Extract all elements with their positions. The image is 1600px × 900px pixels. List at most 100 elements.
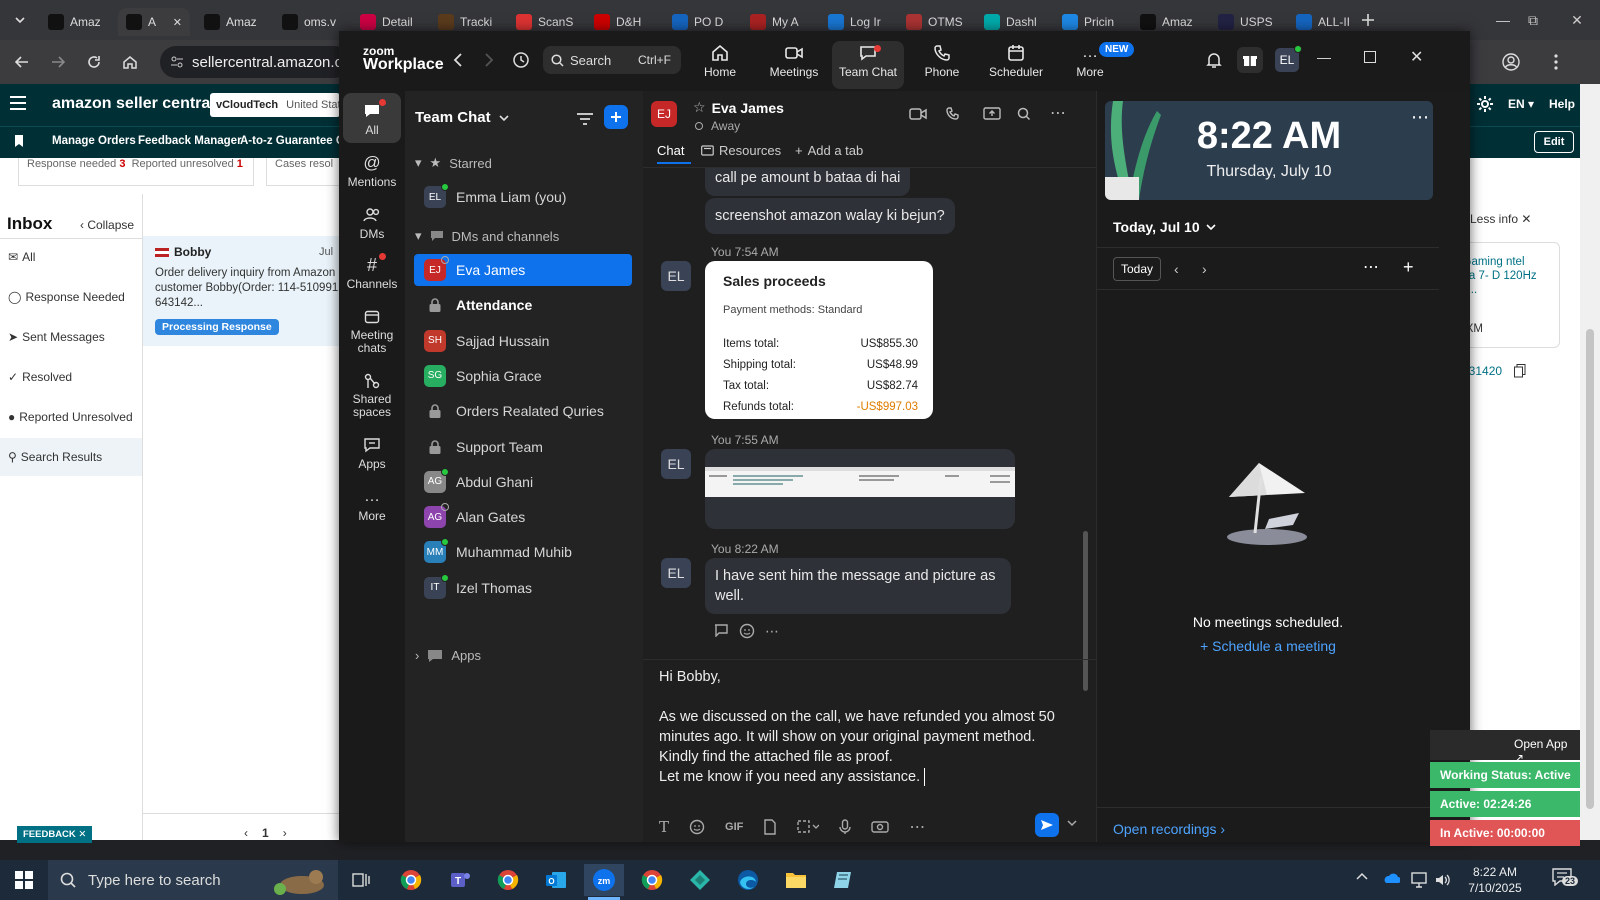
chat-item[interactable]: SG Sophia Grace [414, 360, 632, 392]
order-id[interactable]: 431420 [1462, 364, 1526, 378]
less-info-button[interactable]: Less info ✕ [1470, 212, 1531, 226]
next-day-icon[interactable]: › [1202, 261, 1207, 277]
browser-tab[interactable]: oms.v [274, 8, 346, 36]
close-tab-icon[interactable]: ✕ [173, 16, 182, 29]
message-list-item[interactable]: Bobby Jul Order delivery inquiry from Am… [143, 236, 343, 346]
chat-item[interactable]: Orders Realated Quries [414, 395, 632, 427]
file-explorer-taskbar-icon[interactable] [776, 864, 816, 896]
nav-a-to-z[interactable]: A-to-z Guarantee Cla [240, 135, 354, 147]
contact-avatar[interactable]: EJ [651, 101, 677, 127]
add-event-icon[interactable]: + [1403, 257, 1414, 278]
phone-call-icon[interactable] [945, 106, 961, 122]
store-switcher[interactable]: vCloudTech United Stat [210, 93, 340, 117]
rail-all[interactable]: All [343, 93, 401, 143]
sales-proceeds-image[interactable]: Sales proceeds Payment methods: Standard… [705, 261, 933, 419]
gif-button[interactable]: GIF [725, 821, 743, 833]
open-recordings-link[interactable]: Open recordings › [1113, 821, 1225, 837]
forward-icon[interactable] [46, 50, 70, 74]
tab-add[interactable]: + Add a tab [795, 143, 863, 158]
starred-section-header[interactable]: ▾ ★ Starred [415, 155, 492, 171]
chat-scrollbar[interactable] [1083, 531, 1088, 691]
attach-file-icon[interactable] [763, 819, 777, 835]
zoom-nav-team-chat[interactable]: Team Chat [832, 41, 904, 89]
status-chips[interactable]: Response needed 3 Reported unresolved 1 [18, 158, 254, 186]
rail-more[interactable]: … More [343, 485, 401, 529]
chrome-profile-taskbar-icon[interactable] [488, 864, 528, 896]
settings-gear-icon[interactable] [1476, 95, 1494, 113]
rail-channels[interactable]: # Channels [343, 253, 401, 297]
chat-item[interactable]: Support Team [414, 431, 632, 463]
copy-icon[interactable] [1514, 364, 1526, 378]
video-call-icon[interactable] [909, 107, 927, 121]
zoom-nav-home[interactable]: Home [684, 41, 756, 89]
chat-more-icon[interactable]: ⋯ [1050, 103, 1066, 123]
gift-icon[interactable] [1237, 47, 1263, 73]
open-app-button[interactable]: Open App ↗ [1514, 737, 1580, 765]
tab-chat[interactable]: Chat [657, 143, 684, 158]
browser-menu-icon[interactable] [1544, 50, 1568, 74]
teams-taskbar-icon[interactable]: T [440, 864, 480, 896]
amazon-logo[interactable]: amazon seller central [52, 95, 215, 113]
star-outline-icon[interactable]: ☆ [693, 99, 706, 116]
nav-feedback-manager[interactable]: Feedback Manager [138, 135, 242, 147]
reply-icon[interactable] [713, 623, 729, 640]
compose-box[interactable]: Hi Bobby, As we discussed on the call, w… [659, 667, 1079, 797]
rail-apps[interactable]: Apps [343, 433, 401, 477]
send-options-chevron-icon[interactable] [1067, 819, 1077, 827]
emoji-reaction-icon[interactable] [739, 623, 755, 640]
site-info-icon[interactable] [170, 55, 184, 69]
taskbar-search[interactable]: Type here to search [48, 860, 338, 900]
zoom-taskbar-icon[interactable]: zm [584, 864, 624, 896]
message-more-icon[interactable]: ⋯ [765, 623, 779, 640]
rail-meeting-chats[interactable]: Meeting chats [343, 305, 401, 361]
chat-item[interactable]: IT Izel Thomas [414, 572, 632, 604]
chat-item[interactable]: EJ Eva James [414, 254, 632, 286]
rail-dms[interactable]: DMs [343, 203, 401, 247]
emoji-icon[interactable] [689, 819, 705, 835]
chat-item-emma-liam[interactable]: EL Emma Liam (you) [414, 181, 632, 213]
zoom-back-icon[interactable] [453, 53, 463, 67]
schedule-meeting-link[interactable]: + Schedule a meeting [1097, 638, 1439, 654]
zoom-maximize-icon[interactable] [1364, 51, 1376, 63]
new-tab-icon[interactable] [1356, 8, 1380, 32]
collapse-button[interactable]: ‹ Collapse [80, 218, 134, 232]
outlook-taskbar-icon[interactable]: O [536, 864, 576, 896]
zoom-close-icon[interactable]: ✕ [1410, 47, 1423, 67]
apps-section-header[interactable]: › Apps [415, 648, 481, 663]
left-nav-reported[interactable]: ● Reported Unresolved [8, 410, 133, 424]
zoom-nav-meetings[interactable]: Meetings [758, 41, 830, 89]
left-nav-response-needed[interactable]: ◯ Response Needed [8, 290, 125, 304]
volume-icon[interactable] [1434, 872, 1452, 888]
address-bar[interactable]: sellercentral.amazon.com [160, 46, 350, 78]
windows-start-icon[interactable] [4, 864, 44, 896]
app-ticket-taskbar-icon[interactable] [824, 864, 864, 896]
date-selector[interactable]: Today, Jul 10 [1113, 219, 1216, 235]
left-nav-sent[interactable]: ➤ Sent Messages [8, 330, 105, 344]
reload-icon[interactable] [82, 50, 106, 74]
today-button[interactable]: Today [1113, 257, 1161, 281]
home-icon[interactable] [118, 50, 142, 74]
zoom-minimize-icon[interactable]: — [1317, 49, 1331, 65]
onedrive-icon[interactable] [1382, 872, 1400, 884]
send-button[interactable] [1035, 813, 1059, 837]
chat-item[interactable]: MM Muhammad Muhib [414, 536, 632, 568]
hamburger-icon[interactable] [10, 96, 26, 110]
browser-restore-icon[interactable]: ⧉ [1510, 0, 1556, 40]
browser-tab[interactable]: Amaz [40, 8, 112, 36]
page-scrollbar-thumb[interactable] [1586, 329, 1594, 809]
left-nav-search-results[interactable]: ⚲ Search Results [8, 450, 102, 464]
network-icon[interactable] [1410, 872, 1428, 888]
page-scrollbar[interactable] [1580, 84, 1600, 840]
tab-resources[interactable]: Resources [701, 143, 781, 158]
edge-taskbar-icon[interactable] [728, 864, 768, 896]
chat-item[interactable]: SH Sajjad Hussain [414, 325, 632, 357]
zoom-nav-scheduler[interactable]: Scheduler [980, 41, 1052, 89]
zoom-forward-icon[interactable] [484, 53, 494, 67]
chat-search-icon[interactable] [1017, 107, 1031, 121]
chrome-taskbar-icon[interactable] [391, 864, 431, 896]
pagination[interactable]: ‹ 1 › [244, 826, 287, 840]
profile-icon[interactable] [1499, 50, 1523, 74]
show-hidden-icons[interactable] [1356, 872, 1368, 880]
next-page-icon[interactable]: › [283, 826, 287, 840]
user-avatar[interactable]: EL [1275, 45, 1302, 72]
